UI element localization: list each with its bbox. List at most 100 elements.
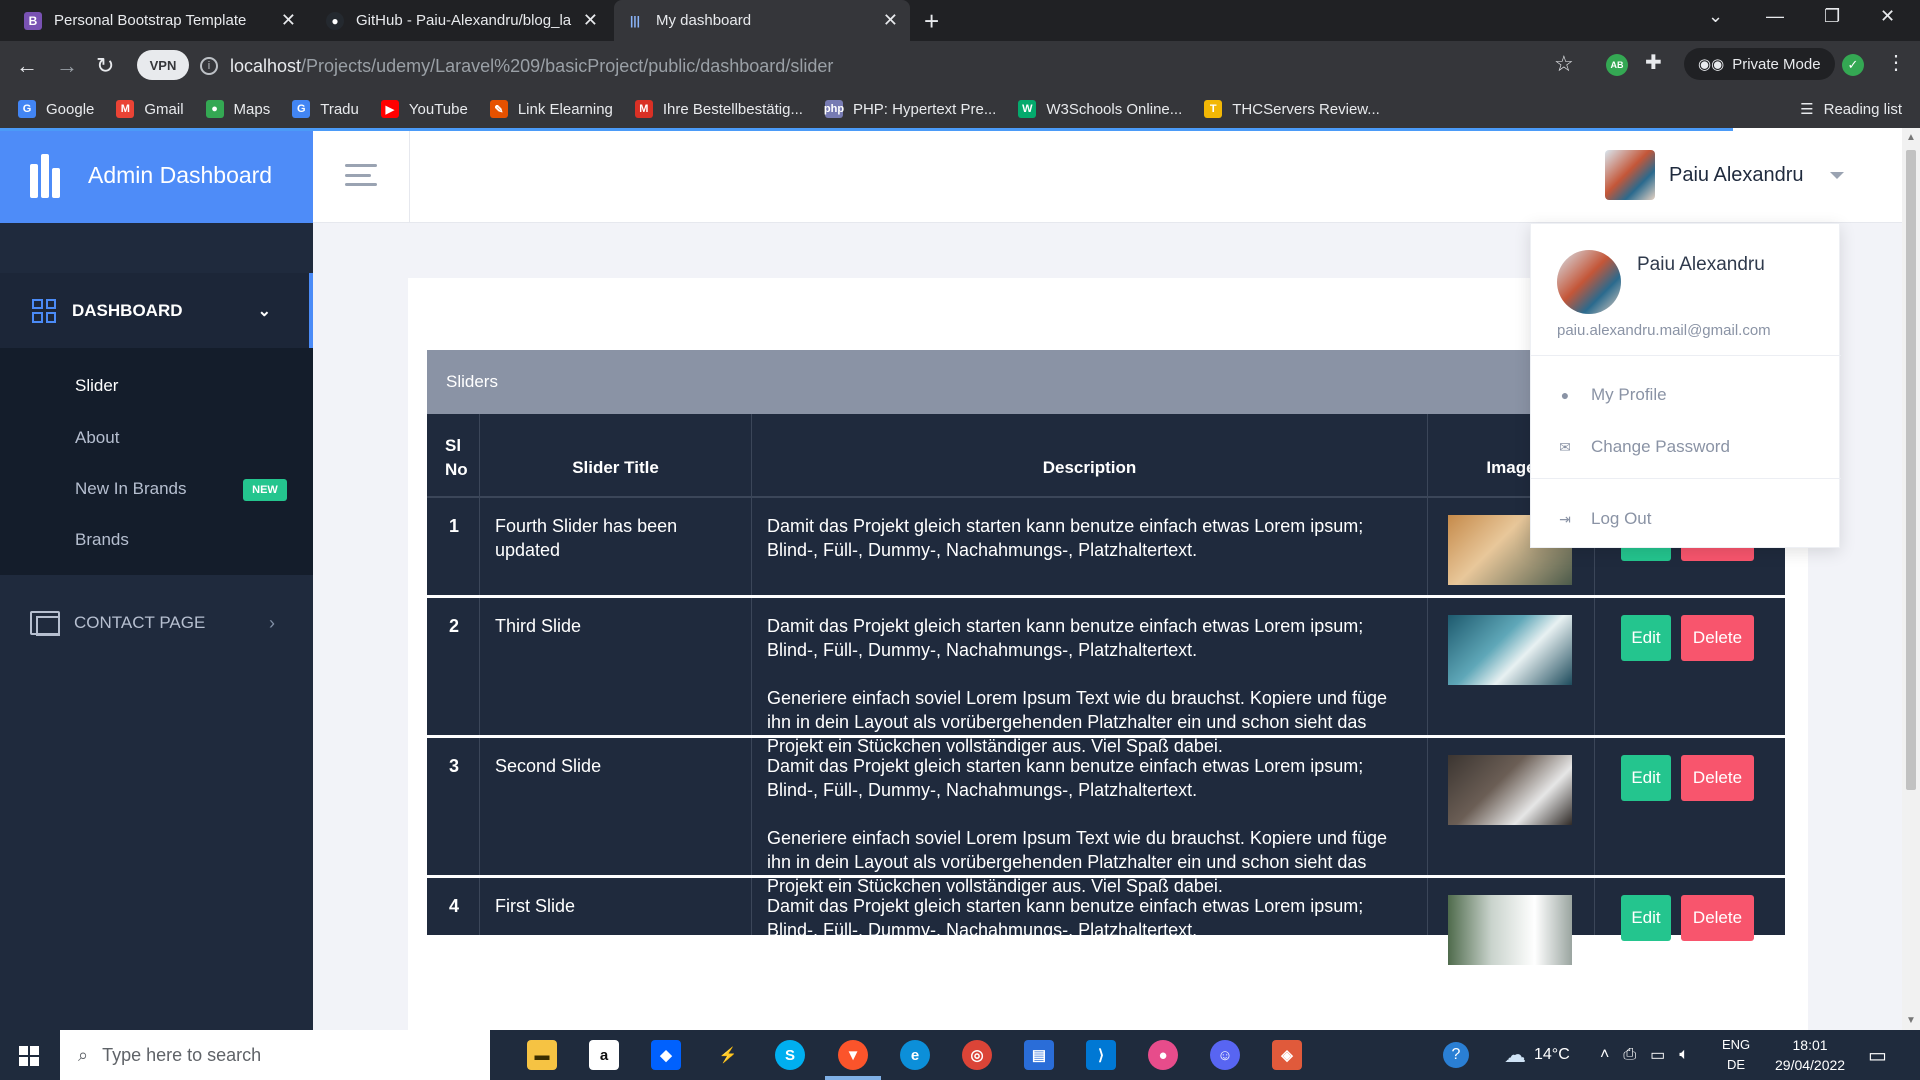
- youtube-icon: ▶: [380, 100, 399, 118]
- dropdown-user-name: Paiu Alexandru: [1637, 254, 1765, 275]
- sidebar-item-slider[interactable]: Slider: [75, 376, 118, 396]
- amazon-icon[interactable]: a: [589, 1040, 619, 1070]
- hamburger-menu-icon[interactable]: [345, 164, 377, 186]
- browser-tab-dashboard[interactable]: ||| My dashboard ✕: [614, 0, 910, 41]
- chevron-down-icon: ⌄: [257, 302, 271, 320]
- dropbox-icon[interactable]: ◆: [651, 1040, 681, 1070]
- close-window-button[interactable]: ✕: [1880, 6, 1895, 27]
- bookmark-item[interactable]: W W3Schools Online...: [1018, 100, 1182, 118]
- bookmark-item[interactable]: M Gmail: [116, 100, 184, 118]
- w3schools-icon: W: [1018, 100, 1037, 118]
- edit-button[interactable]: Edit: [1621, 755, 1671, 801]
- maximize-button[interactable]: ❐: [1824, 6, 1840, 27]
- bookmark-item[interactable]: M Ihre Bestellbestätig...: [634, 100, 803, 118]
- close-tab-icon[interactable]: ✕: [281, 10, 296, 31]
- reading-list-button[interactable]: ☰ Reading list: [1800, 90, 1902, 128]
- system-tray[interactable]: ˄ ⎙ ▭ 🔈︎: [1600, 1030, 1689, 1080]
- help-icon[interactable]: ?: [1443, 1030, 1469, 1080]
- temperature: 14°C: [1534, 1046, 1570, 1063]
- vpn-badge[interactable]: VPN: [137, 50, 189, 80]
- discord-icon[interactable]: ☺: [1210, 1040, 1240, 1070]
- volume-icon[interactable]: 🔈︎: [1679, 1046, 1689, 1064]
- row-image-cell: [1428, 738, 1595, 875]
- scroll-down-arrow-icon[interactable]: ▼: [1906, 1015, 1916, 1026]
- close-tab-icon[interactable]: ✕: [583, 10, 598, 31]
- envelope-icon: ✉: [1559, 438, 1571, 455]
- chrome-icon[interactable]: ◎: [962, 1040, 992, 1070]
- page-scrollbar[interactable]: ▲ ▼: [1902, 128, 1920, 1030]
- language-indicator[interactable]: ENG DE: [1722, 1030, 1750, 1080]
- scroll-up-arrow-icon[interactable]: ▲: [1906, 132, 1916, 143]
- header-description: Description: [752, 414, 1428, 498]
- file-explorer-icon[interactable]: ▬: [527, 1040, 557, 1070]
- notification-icon[interactable]: ▭: [1868, 1030, 1887, 1080]
- bookmark-item[interactable]: php PHP: Hypertext Pre...: [824, 100, 996, 118]
- brand-title: Admin Dashboard: [88, 162, 273, 188]
- delete-button[interactable]: Delete: [1681, 755, 1754, 801]
- bookmark-item[interactable]: ▶ YouTube: [380, 100, 468, 118]
- paint-drop-icon[interactable]: ●: [1148, 1040, 1178, 1070]
- sidebar-item-new-in-brands[interactable]: New In Brands: [75, 479, 187, 499]
- vscode-icon[interactable]: ⟩: [1086, 1040, 1116, 1070]
- close-tab-icon[interactable]: ✕: [883, 10, 898, 31]
- sidebar-item-contact-page[interactable]: CONTACT PAGE ›: [0, 593, 313, 653]
- back-button[interactable]: ←: [16, 53, 38, 79]
- browser-tab-bootstrap[interactable]: B Personal Bootstrap Template ✕: [12, 0, 308, 41]
- taskbar-clock[interactable]: 18:01 29/04/2022: [1775, 1035, 1845, 1075]
- git-icon[interactable]: ◈: [1272, 1040, 1302, 1070]
- brand-header[interactable]: Admin Dashboard: [0, 128, 313, 223]
- reload-button[interactable]: ↻: [96, 53, 114, 79]
- dropdown-change-password[interactable]: ✉ Change Password: [1557, 437, 1730, 457]
- edge-icon[interactable]: e: [900, 1040, 930, 1070]
- device-icon[interactable]: ⎙: [1623, 1046, 1636, 1064]
- extensions-puzzle-icon[interactable]: ✚: [1645, 50, 1667, 74]
- delete-button[interactable]: Delete: [1681, 895, 1754, 941]
- bookmark-item[interactable]: ● Maps: [205, 100, 270, 118]
- delete-button[interactable]: Delete: [1681, 615, 1754, 661]
- chevron-up-icon[interactable]: ˄: [1600, 1046, 1609, 1064]
- slider-image: [1448, 755, 1572, 825]
- bookmark-label: Ihre Bestellbestätig...: [662, 100, 803, 118]
- site-info-icon[interactable]: i: [200, 57, 218, 75]
- browser-tab-github[interactable]: ● GitHub - Paiu-Alexandru/blog_la ✕: [314, 0, 610, 41]
- new-tab-button[interactable]: +: [924, 6, 939, 37]
- bookmark-item[interactable]: ✎ Link Elearning: [489, 100, 613, 118]
- battery-icon[interactable]: ▭: [1650, 1045, 1665, 1065]
- elearning-icon: ✎: [489, 100, 508, 118]
- bookmark-item[interactable]: T THCServers Review...: [1204, 100, 1380, 118]
- bookmark-star-icon[interactable]: ☆: [1554, 51, 1574, 77]
- dashboard-submenu: Slider About New In Brands Brands: [0, 348, 313, 575]
- skype-icon[interactable]: S: [775, 1040, 805, 1070]
- document-icon[interactable]: ▤: [1024, 1040, 1054, 1070]
- private-mode-badge[interactable]: ◉◉ Private Mode: [1684, 48, 1835, 80]
- edit-button[interactable]: Edit: [1621, 895, 1671, 941]
- scrollbar-thumb[interactable]: [1906, 150, 1916, 790]
- person-icon: ●: [1560, 387, 1570, 403]
- forward-button[interactable]: →: [56, 53, 78, 79]
- sidebar-item-brands[interactable]: Brands: [75, 530, 129, 550]
- adblock-extension-icon[interactable]: AB: [1606, 54, 1628, 76]
- dropdown-log-out[interactable]: ⇥ Log Out: [1557, 509, 1651, 529]
- taskbar-search-box[interactable]: ⌕ Type here to search: [60, 1030, 490, 1080]
- minimize-button[interactable]: —: [1766, 6, 1784, 27]
- bookmarks-bar: G Google M Gmail ● Maps G Tradu ▶ YouTube ✎ Link El…: [0, 90, 1920, 128]
- browser-menu-icon[interactable]: ⋮: [1886, 50, 1908, 74]
- url-bar[interactable]: i localhost /Projects/udemy/Laravel%209/…: [200, 49, 1580, 83]
- shield-extension-icon[interactable]: ✓: [1842, 54, 1864, 76]
- edit-button[interactable]: Edit: [1621, 615, 1671, 661]
- bookmark-item[interactable]: G Google: [18, 100, 94, 118]
- brave-browser-icon[interactable]: ▼: [838, 1040, 868, 1070]
- sidebar-item-about[interactable]: About: [75, 428, 119, 448]
- bookmark-item[interactable]: G Tradu: [292, 100, 359, 118]
- windows-start-icon[interactable]: [19, 1046, 39, 1066]
- sidebar-item-dashboard[interactable]: DASHBOARD ⌄: [0, 273, 313, 348]
- user-menu-toggle[interactable]: Paiu Alexandru: [1605, 150, 1844, 200]
- clock-date: 29/04/2022: [1775, 1057, 1846, 1073]
- app-lightning-icon[interactable]: ⚡: [713, 1040, 743, 1070]
- tab-search-icon[interactable]: ⌄: [1708, 6, 1723, 27]
- dropdown-my-profile[interactable]: ● My Profile: [1557, 385, 1667, 405]
- table-row: 3 Second Slide Damit das Projekt gleich st…: [427, 738, 1785, 896]
- sidebar: DASHBOARD ⌄ Slider About New In Brands B…: [0, 223, 313, 1030]
- weather-widget[interactable]: ☁ 14°C: [1504, 1030, 1570, 1080]
- page-load-bar: [0, 128, 1733, 131]
